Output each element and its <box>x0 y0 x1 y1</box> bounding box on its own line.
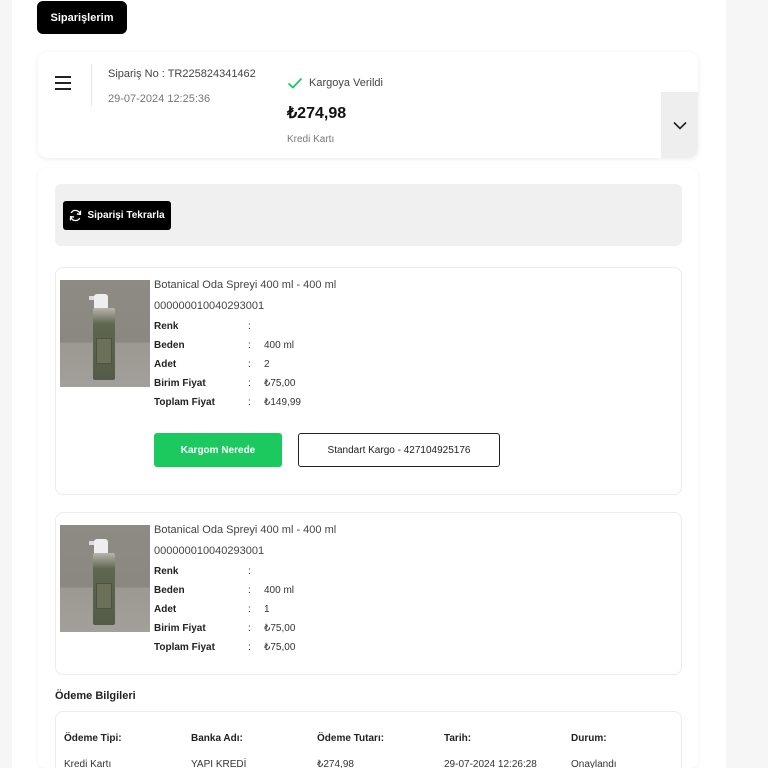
attr-row-unit-price: Birim Fiyat: ₺75,00 <box>154 623 296 634</box>
my-orders-tab[interactable]: Siparişlerim <box>37 1 127 34</box>
payment-info-card: Ödeme Tipi: Kredi Kartı Banka Adı: YAPI … <box>55 711 682 768</box>
attr-row-color: Renk: <box>154 566 251 577</box>
hamburger-icon[interactable] <box>55 76 71 90</box>
repeat-order-button[interactable]: Siparişi Tekrarla <box>63 201 171 230</box>
attr-row-size: Beden:400 ml <box>154 340 295 351</box>
expand-order-button[interactable] <box>661 92 698 158</box>
order-status: Kargoya Verildi <box>287 77 383 89</box>
order-payment-type: Kredi Kartı <box>287 134 335 145</box>
product-image[interactable] <box>60 525 150 632</box>
order-summary-card: Sipariş No : TR225824341462 29-07-2024 1… <box>38 52 698 158</box>
product-sku: 000000010040293001 <box>154 545 265 557</box>
attr-row-quantity: Adet:1 <box>154 604 270 615</box>
product-name[interactable]: Botanical Oda Spreyi 400 ml - 400 ml <box>154 279 336 291</box>
attr-row-total-price: Toplam Fiyat: ₺149,99 <box>154 397 301 408</box>
refresh-icon <box>70 209 82 222</box>
product-name[interactable]: Botanical Oda Spreyi 400 ml - 400 ml <box>154 524 336 536</box>
order-total: ₺274,98 <box>287 105 347 122</box>
attr-row-unit-price: Birim Fiyat: ₺75,00 <box>154 378 296 389</box>
attr-row-quantity: Adet:2 <box>154 359 270 370</box>
track-shipment-button[interactable]: Kargom Nerede <box>154 433 282 467</box>
repeat-order-label: Siparişi Tekrarla <box>87 210 165 221</box>
attr-row-total-price: Toplam Fiyat: ₺75,00 <box>154 642 296 653</box>
order-number: Sipariş No : TR225824341462 <box>108 68 256 80</box>
product-sku: 000000010040293001 <box>154 300 265 312</box>
attr-row-color: Renk: <box>154 321 251 332</box>
chevron-down-icon <box>672 121 687 130</box>
attr-row-size: Beden:400 ml <box>154 585 295 596</box>
check-icon <box>287 77 303 89</box>
product-card: Botanical Oda Spreyi 400 ml - 400 ml 000… <box>55 267 682 495</box>
cargo-tracking-button[interactable]: Standart Kargo - 427104925176 <box>298 433 500 467</box>
product-card: Botanical Oda Spreyi 400 ml - 400 ml 000… <box>55 512 682 675</box>
order-date: 29-07-2024 12:25:36 <box>108 93 211 105</box>
product-image[interactable] <box>60 280 150 387</box>
payment-info-title: Ödeme Bilgileri <box>55 690 136 702</box>
order-status-label: Kargoya Verildi <box>309 77 383 89</box>
divider <box>91 64 92 106</box>
